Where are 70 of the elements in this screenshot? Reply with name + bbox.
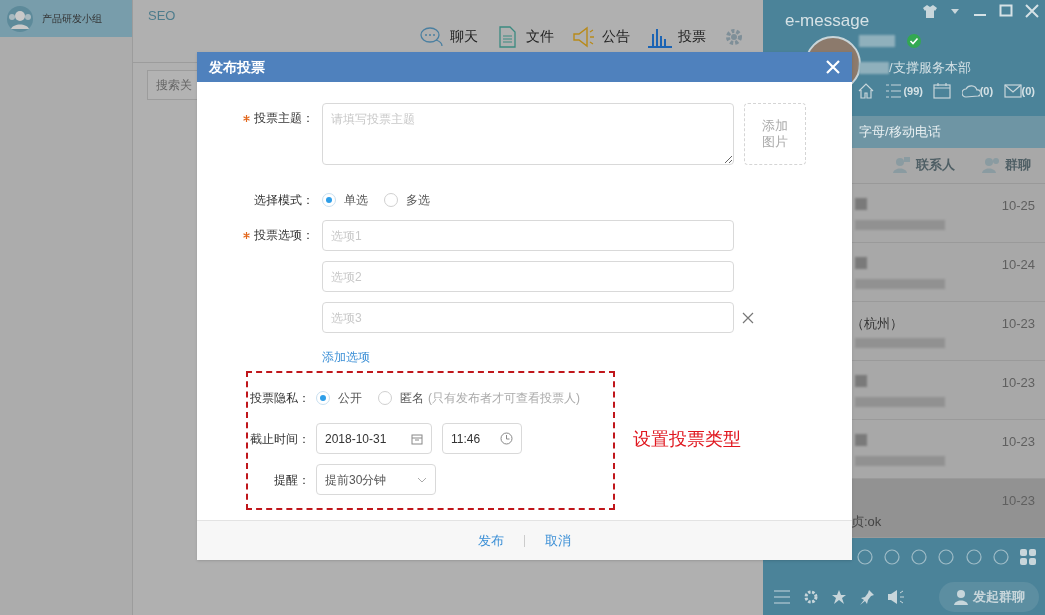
maximize-icon[interactable] — [999, 4, 1013, 18]
message-time: 10-23 — [1001, 432, 1035, 451]
calendar-icon — [933, 82, 952, 100]
blurred-name — [859, 35, 895, 47]
shirt-icon[interactable] — [923, 4, 937, 18]
toolbar-chat-button[interactable]: 聊天 — [420, 25, 478, 48]
dialog-action-button[interactable]: 取消 — [543, 530, 573, 551]
annotation-text: 设置投票类型 — [633, 427, 741, 451]
toolbar-notice-button[interactable]: 公告 — [572, 25, 630, 48]
chat-title: SEO — [148, 7, 177, 25]
menu-icon[interactable] — [773, 588, 791, 605]
message-time: 10-25 — [1001, 196, 1035, 215]
apps-grid-icon[interactable] — [1018, 547, 1037, 566]
star-icon[interactable] — [831, 588, 847, 605]
radio-option[interactable]: 单选 — [322, 191, 368, 209]
contacts-tab[interactable]: 联系人 — [892, 155, 955, 175]
people-icon — [981, 156, 1001, 175]
group-item[interactable]: 产品研发小组 — [0, 0, 132, 37]
field-label: 截止时间： — [249, 430, 311, 448]
date-field[interactable]: 2018-10-31 — [316, 423, 432, 454]
cloud-icon — [961, 82, 980, 100]
dialog-action-button[interactable]: 发布 — [476, 530, 506, 551]
blurred-name — [855, 197, 867, 210]
message-time: 10-23 — [1001, 373, 1035, 392]
field-label: 投票选项： — [254, 227, 314, 244]
blurred-text — [859, 61, 889, 74]
message-time: 10-23 — [1001, 314, 1035, 333]
group-avatar-icon — [6, 4, 34, 33]
hint-text: (只有发布者才可查看投票人) — [428, 390, 580, 407]
field-label: 投票隐私： — [249, 390, 311, 407]
department-text: /支撑服务本部 — [889, 59, 971, 77]
dialog-title: 发布投票 — [209, 57, 265, 77]
new-group-chat-button[interactable]: 发起群聊 — [939, 581, 1039, 612]
tasks-icon — [885, 82, 904, 100]
message-time: 10-24 — [1001, 255, 1035, 274]
pin-icon[interactable] — [859, 588, 875, 605]
close-icon[interactable] — [1025, 4, 1039, 18]
mail-shortcut-button[interactable]: (0) — [1003, 82, 1035, 100]
toolbar-file-button[interactable]: 文件 — [496, 25, 554, 48]
settings-icon[interactable] — [803, 588, 819, 605]
calendar-shortcut-button[interactable] — [933, 82, 952, 100]
home-icon — [857, 82, 875, 100]
home-shortcut-button[interactable] — [857, 82, 875, 100]
blurred-name — [855, 433, 867, 446]
chevron-down-icon — [417, 476, 427, 483]
toolbar-vote-button[interactable]: 投票 — [648, 25, 706, 48]
groups-tab[interactable]: 群聊 — [981, 155, 1031, 175]
settings-icon[interactable] — [724, 26, 744, 47]
add-image-button[interactable]: 添加图片 — [744, 103, 806, 165]
add-option-link[interactable]: 添加选项 — [322, 348, 370, 366]
remove-icon[interactable] — [742, 311, 754, 324]
field-label: 提醒： — [273, 471, 311, 489]
group-name: 产品研发小组 — [42, 12, 102, 26]
radio-option[interactable]: 公开 — [316, 389, 362, 407]
app-title: e-message — [785, 10, 870, 32]
speaker-icon[interactable] — [887, 588, 905, 605]
field-label: 投票主题： — [254, 110, 314, 127]
calendar-icon — [411, 432, 423, 445]
message-preview: 贞:ok — [851, 512, 882, 531]
field-label: 选择模式： — [254, 192, 314, 209]
blurred-name — [855, 256, 867, 269]
clock-icon — [500, 432, 513, 445]
contact-name: （杭州） — [851, 314, 903, 333]
time-field[interactable]: 11:46 — [442, 423, 522, 454]
radio-option[interactable]: 多选 — [384, 191, 430, 209]
blurred-name — [855, 374, 867, 387]
cloud-shortcut-button[interactable]: (0) — [961, 82, 994, 100]
reminder-dropdown[interactable]: 提前30分钟 — [316, 464, 436, 495]
tasks-shortcut-button[interactable]: (99) — [885, 82, 923, 100]
radio-option[interactable]: 匿名 (只有发布者才可查看投票人) — [378, 389, 580, 407]
